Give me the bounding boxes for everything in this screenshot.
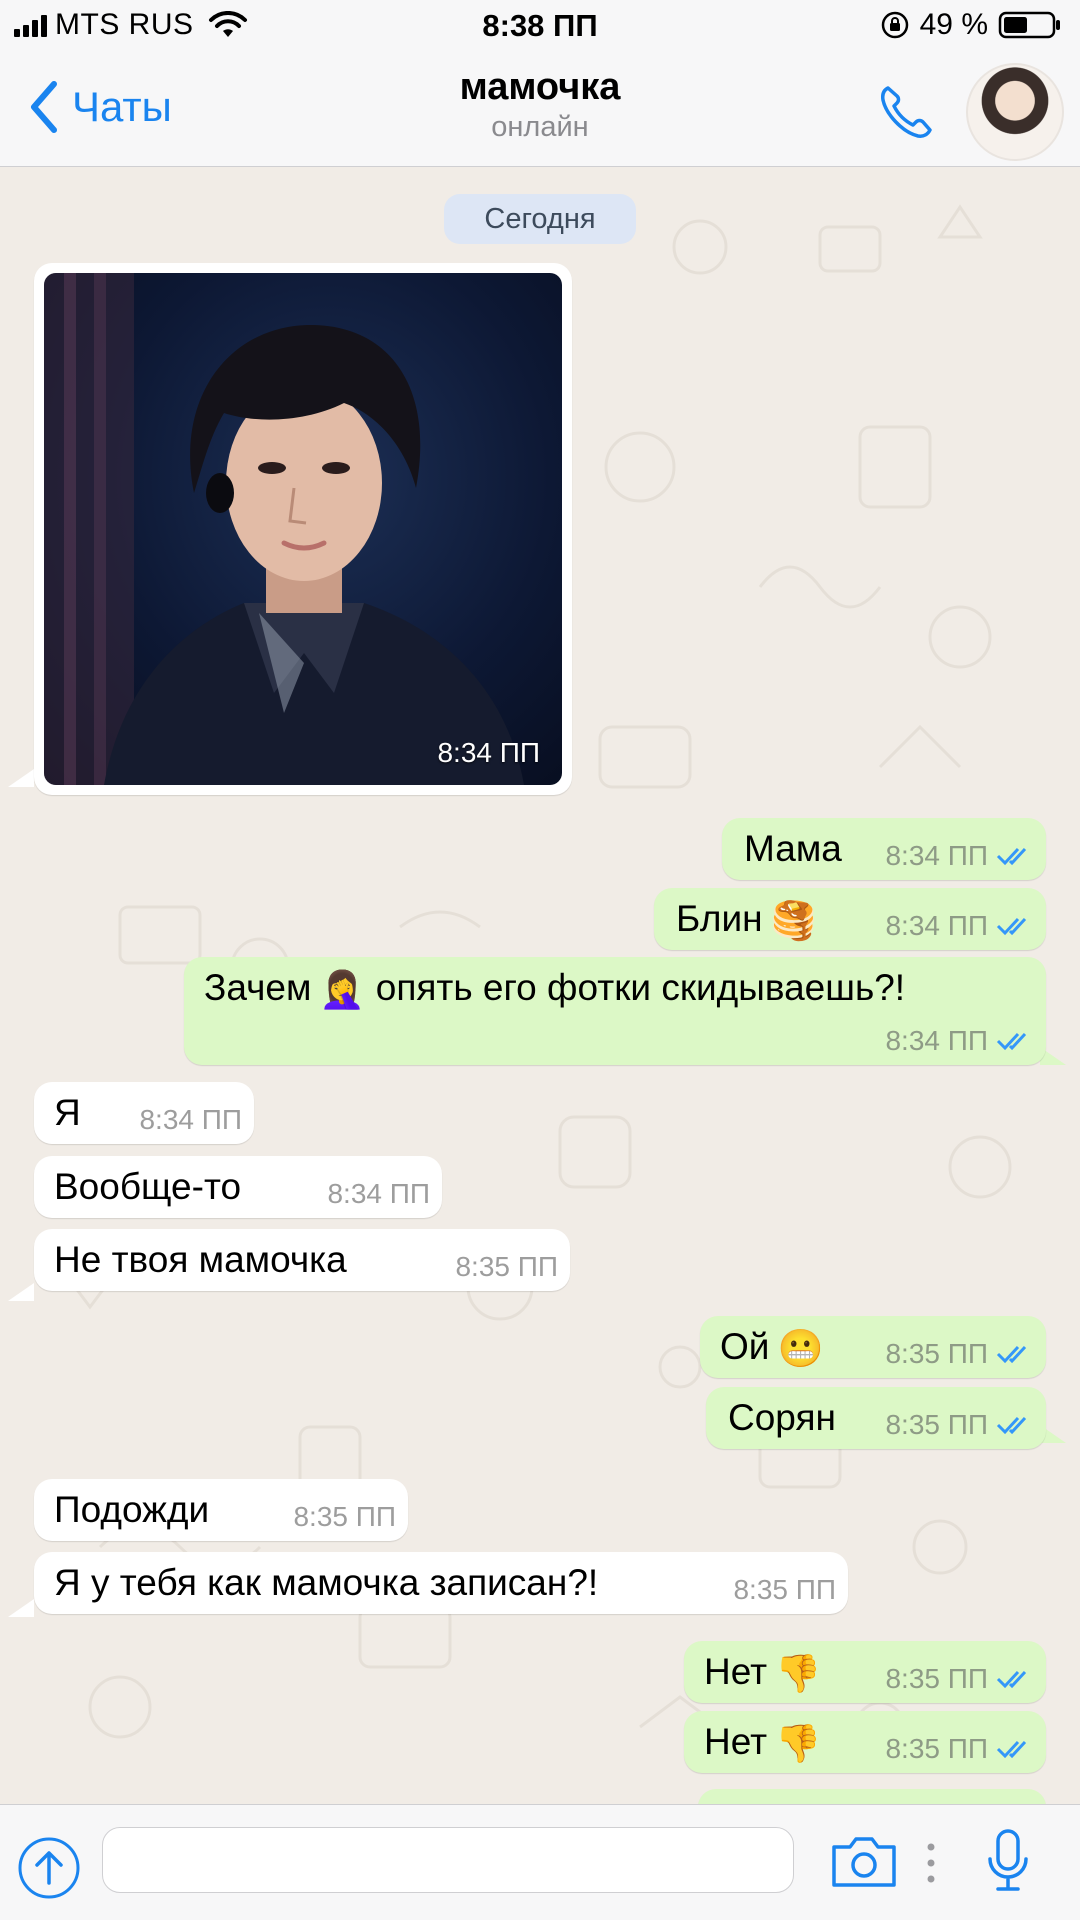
date-divider: Сегодня xyxy=(444,194,636,244)
read-ticks-icon xyxy=(996,1345,1027,1364)
message-time: 8:34 ПП xyxy=(885,910,988,941)
battery-icon xyxy=(998,11,1060,39)
message-text: Не твоя мамочка xyxy=(54,1239,347,1280)
message-time: 8:34 ПП xyxy=(139,1104,242,1135)
outgoing-message[interactable]: Сорян 8:35 ПП xyxy=(706,1387,1046,1449)
read-ticks-icon xyxy=(996,917,1027,936)
read-ticks-icon xyxy=(996,1670,1027,1689)
bubble-tail xyxy=(8,1599,34,1617)
battery-percent: 49 % xyxy=(919,8,988,41)
message-text: Я у тебя как мамочка записан?! xyxy=(54,1562,599,1603)
facepalm-emoji: 🤦‍♀️ xyxy=(319,968,366,1010)
read-ticks-icon xyxy=(996,1416,1027,1435)
contact-avatar[interactable] xyxy=(966,63,1064,161)
message-time: 8:34 ПП xyxy=(437,737,540,768)
photo-message[interactable]: 8:34 ПП xyxy=(34,263,572,795)
outgoing-message[interactable]: Мама 8:34 ПП xyxy=(722,818,1046,880)
grimacing-emoji: 😬 xyxy=(777,1327,824,1369)
thumbs-down-emoji: 👎 xyxy=(775,1652,822,1694)
outgoing-message[interactable]: Ой 😬 8:35 ПП xyxy=(700,1316,1046,1378)
incoming-message[interactable]: Вообще-то 8:34 ПП xyxy=(34,1156,442,1218)
incoming-message[interactable]: Не твоя мамочка 8:35 ПП xyxy=(34,1229,570,1291)
bubble-tail xyxy=(8,1283,34,1301)
message-time: 8:35 ПП xyxy=(293,1501,396,1532)
message-text: Нет xyxy=(704,1721,768,1762)
message-time: 8:34 ПП xyxy=(885,840,988,871)
message-time: 8:35 ПП xyxy=(885,1338,988,1369)
outgoing-message[interactable]: Блин 🥞 8:34 ПП xyxy=(654,888,1046,950)
incoming-message[interactable]: Я у тебя как мамочка записан?! 8:35 ПП xyxy=(34,1552,848,1614)
message-text: Ой xyxy=(720,1326,770,1367)
thumbs-down-emoji: 👎 xyxy=(775,1722,822,1764)
upload-arrow-icon[interactable] xyxy=(16,1835,82,1901)
incoming-message[interactable]: Подожди 8:35 ПП xyxy=(34,1479,408,1541)
incoming-message[interactable]: Я 8:34 ПП xyxy=(34,1082,254,1144)
message-text: Сорян xyxy=(728,1397,836,1438)
message-time: 8:35 ПП xyxy=(733,1574,836,1605)
composer-bar xyxy=(0,1804,1080,1920)
message-text: Мама xyxy=(744,828,842,869)
status-bar: MTS RUS 8:38 ПП 49 % xyxy=(0,0,1080,54)
message-list[interactable]: Сегодня 8:34 ПП Мама 8:34 ПП Блин 🥞 8:34… xyxy=(0,167,1080,1804)
outgoing-message-partial[interactable] xyxy=(698,1789,1046,1804)
read-ticks-icon xyxy=(996,1740,1027,1759)
message-time: 8:35 ПП xyxy=(885,1733,988,1764)
message-text: Вообще-то xyxy=(54,1166,242,1207)
received-photo[interactable]: 8:34 ПП xyxy=(44,273,562,785)
outgoing-message[interactable]: Зачем 🤦‍♀️ опять его фотки скидываешь?! 8… xyxy=(184,957,1046,1065)
outgoing-message[interactable]: Нет 👎 8:35 ПП xyxy=(684,1711,1046,1773)
message-text-continued: опять его фотки скидываешь?! xyxy=(375,967,906,1008)
message-text: Я xyxy=(54,1092,81,1133)
message-time: 8:35 ПП xyxy=(455,1251,558,1282)
message-time: 8:34 ПП xyxy=(885,1025,988,1056)
phone-icon[interactable] xyxy=(874,80,938,144)
chat-header: Чаты мамочка онлайн xyxy=(0,54,1080,167)
outgoing-message[interactable]: Нет 👎 8:35 ПП xyxy=(684,1641,1046,1703)
message-input[interactable] xyxy=(102,1827,794,1893)
message-time: 8:34 ПП xyxy=(327,1178,430,1209)
orientation-lock-icon xyxy=(881,11,908,39)
message-text: Блин xyxy=(676,898,763,939)
portrait-image xyxy=(44,273,524,785)
bubble-tail xyxy=(8,769,34,787)
pancakes-emoji: 🥞 xyxy=(770,899,817,941)
microphone-icon[interactable] xyxy=(984,1827,1032,1897)
read-ticks-icon xyxy=(996,847,1027,866)
message-time: 8:35 ПП xyxy=(885,1663,988,1694)
message-text: Зачем xyxy=(204,967,312,1008)
camera-icon[interactable] xyxy=(830,1833,898,1889)
message-text: Подожди xyxy=(54,1489,210,1530)
read-ticks-icon xyxy=(996,1032,1027,1051)
message-text: Нет xyxy=(704,1651,768,1692)
more-dots-icon[interactable] xyxy=(926,1841,936,1885)
message-time: 8:35 ПП xyxy=(885,1409,988,1440)
chat-screen: MTS RUS 8:38 ПП 49 % Чаты мамочка онлайн… xyxy=(0,0,1080,1920)
